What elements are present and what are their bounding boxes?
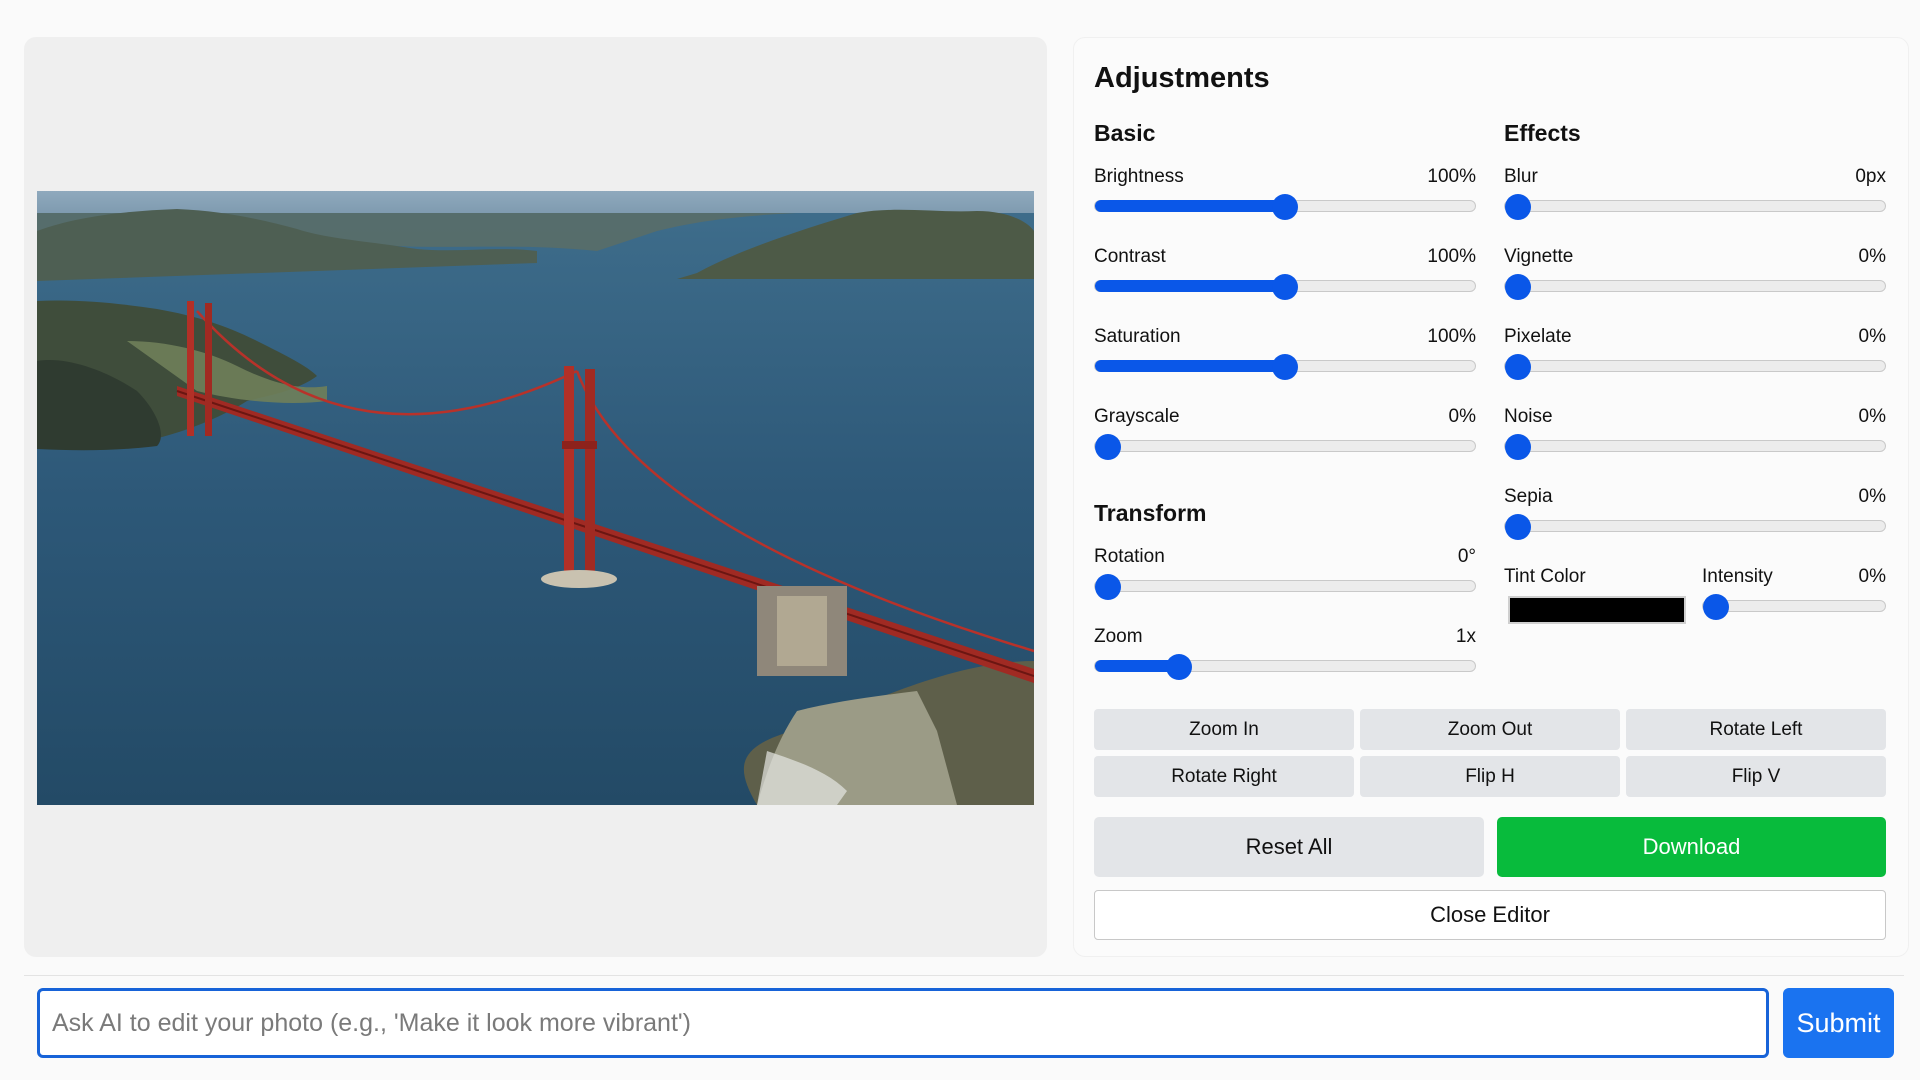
vignette-slider-thumb[interactable] [1505,274,1531,300]
intensity-value: 0% [1858,566,1886,587]
brightness-slider-thumb[interactable] [1272,194,1298,220]
ai-prompt-input[interactable] [37,988,1769,1058]
saturation-label: Saturation [1094,326,1181,347]
intensity-slider-thumb[interactable] [1703,594,1729,620]
rotation-value: 0° [1457,546,1476,567]
tint-color-label: Tint Color [1504,566,1586,587]
noise-value: 0% [1858,406,1886,427]
saturation-slider[interactable] [1094,354,1476,380]
brightness-label: Brightness [1094,166,1184,187]
rotate-right-button[interactable]: Rotate Right [1094,756,1354,797]
rotate-left-button[interactable]: Rotate Left [1626,709,1886,750]
rotation-label: Rotation [1094,546,1165,567]
grayscale-slider[interactable] [1094,434,1476,460]
vignette-slider[interactable] [1504,274,1886,300]
photo-preview [37,191,1034,805]
sepia-slider-thumb[interactable] [1505,514,1531,540]
contrast-label: Contrast [1094,246,1166,267]
noise-label: Noise [1504,406,1553,427]
pixelate-slider[interactable] [1504,354,1886,380]
noise-slider-thumb[interactable] [1505,434,1531,460]
blur-slider[interactable] [1504,194,1886,220]
contrast-value: 100% [1427,246,1476,267]
submit-button[interactable]: Submit [1783,988,1894,1058]
zoom-value: 1x [1455,626,1476,647]
saturation-slider-thumb[interactable] [1272,354,1298,380]
zoom-label: Zoom [1094,626,1143,647]
pixelate-slider-thumb[interactable] [1505,354,1531,380]
blur-slider-thumb[interactable] [1505,194,1531,220]
basic-section-title: Basic [1094,120,1156,146]
brightness-slider[interactable] [1094,194,1476,220]
zoom-in-button[interactable]: Zoom In [1094,709,1354,750]
noise-slider[interactable] [1504,434,1886,460]
download-button[interactable]: Download [1497,817,1886,877]
zoom-slider-thumb[interactable] [1165,654,1192,680]
pixelate-value: 0% [1858,326,1886,347]
divider [24,975,1904,976]
sepia-slider[interactable] [1504,514,1886,540]
grayscale-label: Grayscale [1094,406,1180,427]
grayscale-slider-thumb[interactable] [1095,434,1121,460]
adjustments-title: Adjustments [1094,62,1270,94]
intensity-label: Intensity [1702,566,1773,587]
saturation-value: 100% [1427,326,1476,347]
tint-color-picker[interactable] [1508,596,1686,624]
rotation-slider-thumb[interactable] [1095,574,1121,600]
blur-value: 0px [1855,166,1886,187]
rotation-slider[interactable] [1094,574,1476,600]
contrast-slider-thumb[interactable] [1272,274,1298,300]
effects-section-title: Effects [1504,120,1581,146]
image-preview-panel [24,37,1047,957]
blur-label: Blur [1504,166,1538,187]
grayscale-value: 0% [1448,406,1476,427]
vignette-label: Vignette [1504,246,1574,267]
sepia-label: Sepia [1504,486,1553,507]
flip-vertical-button[interactable]: Flip V [1626,756,1886,797]
zoom-slider[interactable] [1094,654,1476,680]
intensity-slider[interactable] [1702,594,1886,620]
contrast-slider[interactable] [1094,274,1476,300]
zoom-out-button[interactable]: Zoom Out [1360,709,1620,750]
flip-horizontal-button[interactable]: Flip H [1360,756,1620,797]
transform-section-title: Transform [1094,500,1207,526]
reset-all-button[interactable]: Reset All [1094,817,1484,877]
pixelate-label: Pixelate [1504,326,1572,347]
brightness-value: 100% [1427,166,1476,187]
sepia-value: 0% [1858,486,1886,507]
close-editor-button[interactable]: Close Editor [1094,890,1886,940]
vignette-value: 0% [1858,246,1886,267]
